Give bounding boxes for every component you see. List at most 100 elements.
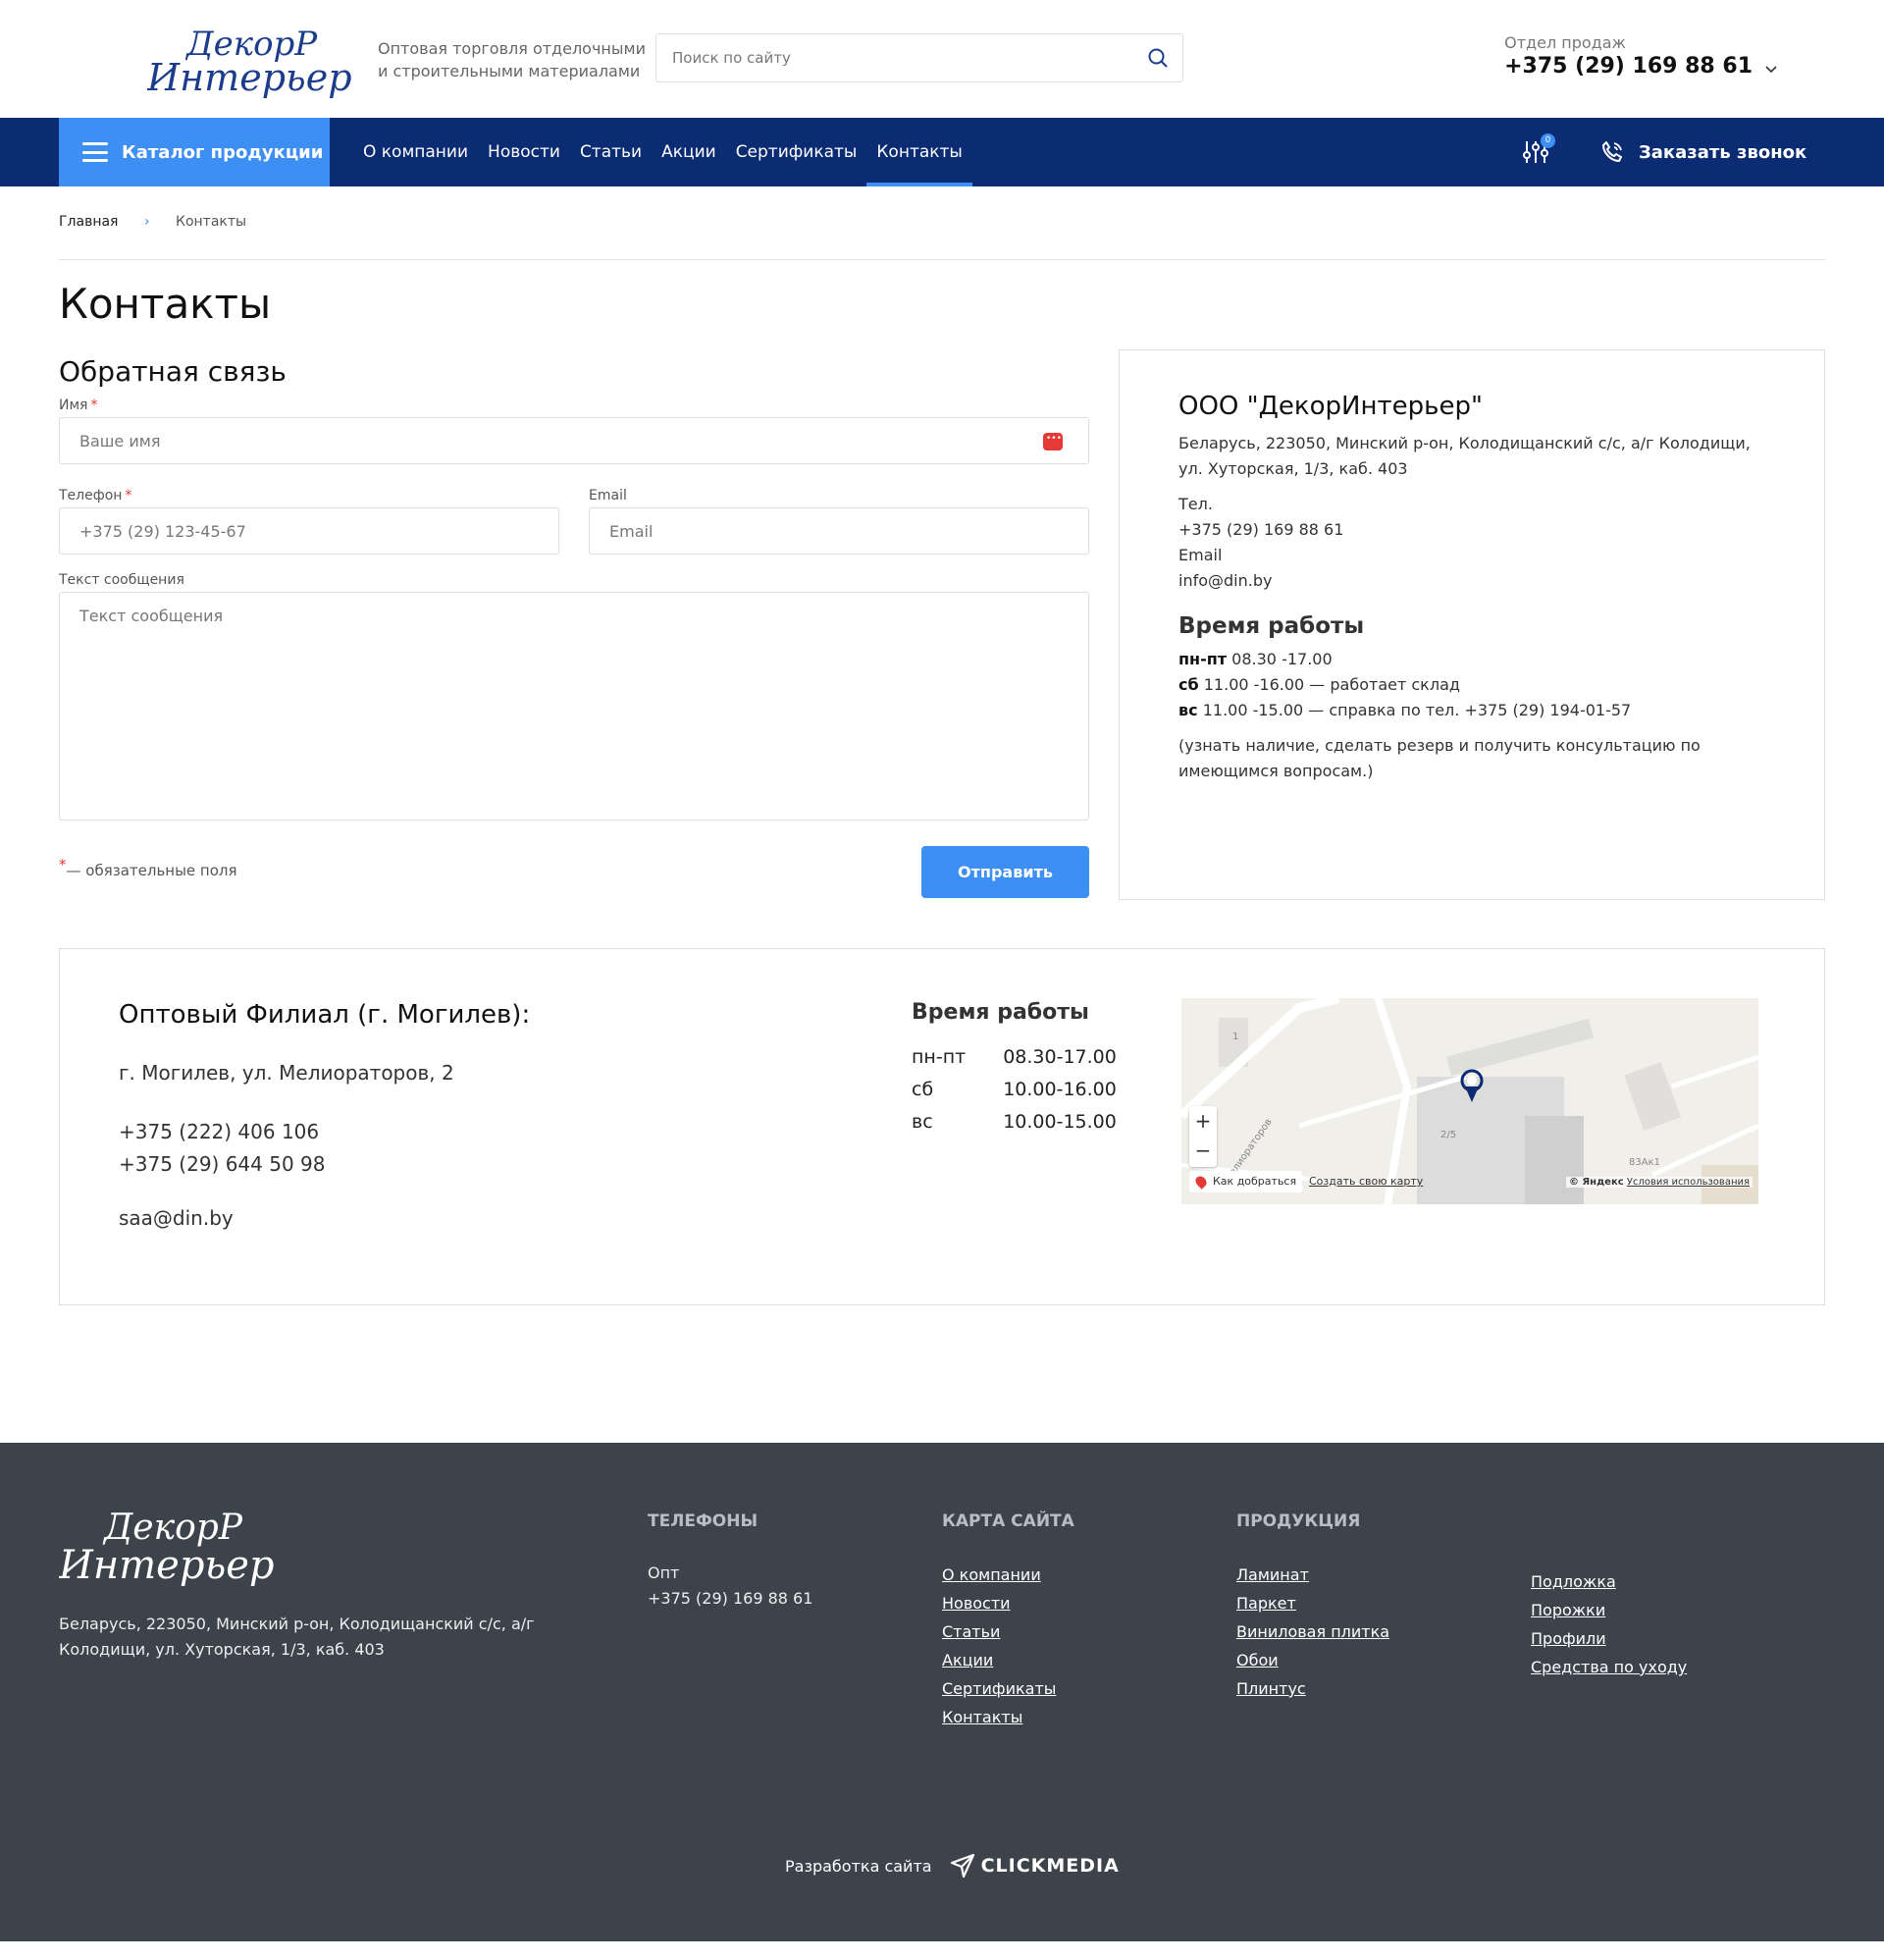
branch-hours: Время работы пн-пт 08.30-17.00 сб 10.00-16… [912, 1000, 1117, 1138]
hours-row: сб 10.00-16.00 [912, 1078, 1117, 1100]
callback-button[interactable]: Заказать звонок [1599, 118, 1806, 186]
schedule: пн-пт 08.30 -17.00 сб 11.00 -16.00 — раб… [1178, 647, 1765, 723]
nav-item-promotions[interactable]: Акции [652, 118, 726, 186]
sales-phone[interactable]: +375 (29) 169 88 61 [1504, 54, 1753, 79]
schedule-note: (узнать наличие, сделать резерв и получи… [1178, 736, 1701, 780]
footer-link[interactable]: Новости [942, 1589, 1074, 1617]
svg-text:ДекорР: ДекорР [102, 1508, 243, 1548]
footer-product-link[interactable]: Паркет [1236, 1589, 1389, 1617]
message-label: Текст сообщения [59, 572, 184, 588]
map-route-button[interactable]: Как добраться [1189, 1171, 1303, 1192]
menu-icon [82, 142, 108, 162]
chevron-down-icon[interactable] [1764, 63, 1778, 77]
email-label: Email [589, 488, 627, 503]
company-contacts: ООО "ДекорИнтерьер" Беларусь, 223050, Ми… [1119, 349, 1825, 900]
name-field[interactable] [60, 418, 1088, 463]
footer-address: Беларусь, 223050, Минский р-он, Колодища… [59, 1615, 535, 1659]
footer-product-link[interactable]: Порожки [1531, 1596, 1687, 1624]
site-header: ДекорР Интерьер Оптовая торговля отделоч… [0, 0, 1884, 118]
site-search [655, 33, 1183, 82]
sales-contact: Отдел продаж +375 (29) 169 88 61 [1504, 33, 1777, 79]
phone-field-wrap [59, 507, 559, 555]
header-tagline: Оптовая торговля отделочными и строитель… [378, 39, 646, 80]
footer-link[interactable]: Акции [942, 1646, 1074, 1674]
company-logo[interactable]: ДекорР Интерьер [147, 20, 353, 98]
schedule-row: вс 11.00 -15.00 — справка по тел. +375 (… [1178, 701, 1632, 719]
form-title: Обратная связь [59, 355, 287, 388]
map-label: 83Ак1 [1629, 1157, 1660, 1168]
nav-item-contacts[interactable]: Контакты [866, 118, 972, 186]
hours-row: пн-пт 08.30-17.00 [912, 1045, 1117, 1068]
developer-credit: Разработка сайта CLICKMEDIA [785, 1853, 1120, 1879]
footer-product-link[interactable]: Средства по уходу [1531, 1653, 1687, 1681]
site-footer: ДекорР Интерьер Беларусь, 223050, Мински… [0, 1443, 1884, 1941]
compare-count-badge: 0 [1541, 133, 1555, 148]
footer-products: ПРОДУКЦИЯ Ламинат Паркет Виниловая плитк… [1236, 1511, 1389, 1703]
name-field-wrap [59, 417, 1089, 464]
tel-label: Тел. [1178, 495, 1213, 513]
company-address: Беларусь, 223050, Минский р-он, Колодища… [1178, 434, 1751, 478]
svg-text:Интерьер: Интерьер [59, 1543, 275, 1586]
map-label: 2/5 [1440, 1130, 1457, 1140]
message-field[interactable] [60, 593, 1088, 820]
schedule-row: сб 11.00 -16.00 — работает склад [1178, 675, 1460, 694]
phone-label: Телефон * [59, 488, 132, 503]
submit-button[interactable]: Отправить [921, 846, 1089, 898]
nav-item-certificates[interactable]: Сертификаты [726, 118, 867, 186]
footer-logo[interactable]: ДекорР Интерьер [59, 1502, 275, 1586]
footer-product-link[interactable]: Обои [1236, 1646, 1389, 1674]
footer-link[interactable]: О компании [942, 1561, 1074, 1589]
autofill-icon[interactable] [1043, 433, 1063, 450]
nav-item-articles[interactable]: Статьи [570, 118, 652, 186]
phone-icon [1602, 141, 1622, 162]
company-name: ООО "ДекорИнтерьер" [1178, 392, 1483, 421]
footer-link[interactable]: Сертификаты [942, 1674, 1074, 1703]
footer-product-link[interactable]: Ламинат [1236, 1561, 1389, 1589]
footer-link[interactable]: Статьи [942, 1617, 1074, 1646]
main-nav: Каталог продукции О компании Новости Ста… [0, 118, 1884, 186]
breadcrumb-current: Контакты [176, 214, 247, 230]
breadcrumb-home[interactable]: Главная [59, 214, 118, 230]
footer-products-2: Подложка Порожки Профили Средства по ухо… [1531, 1538, 1687, 1681]
map-zoom-control: + − [1189, 1106, 1217, 1167]
footer-product-link[interactable]: Плинтус [1236, 1674, 1389, 1703]
email-field-wrap [589, 507, 1089, 555]
nav-item-news[interactable]: Новости [478, 118, 570, 186]
branch-map[interactable]: 1 2/5 83Ак1 Мелиораторов + − Как добрать… [1181, 998, 1758, 1204]
map-copyright: © Яндекс Условия использования [1566, 1177, 1753, 1188]
company-phone[interactable]: +375 (29) 169 88 61 [1178, 517, 1765, 543]
schedule-row: пн-пт 08.30 -17.00 [1178, 650, 1333, 668]
nav-item-about[interactable]: О компании [353, 118, 478, 186]
hours-row: вс 10.00-15.00 [912, 1110, 1117, 1133]
branch-phone[interactable]: +375 (29) 644 50 98 [119, 1148, 326, 1181]
svg-text:Интерьер: Интерьер [147, 56, 352, 98]
footer-sitemap: КАРТА САЙТА О компании Новости Статьи Ак… [942, 1511, 1074, 1731]
zoom-out-button[interactable]: − [1189, 1136, 1217, 1165]
required-note: *— обязательные поля [59, 856, 237, 879]
map-terms-link[interactable]: Условия использования [1627, 1177, 1750, 1188]
branch-hours-title: Время работы [912, 1000, 1089, 1025]
search-icon[interactable] [1147, 47, 1169, 69]
clickmedia-link[interactable]: CLICKMEDIA [950, 1853, 1120, 1879]
zoom-in-button[interactable]: + [1189, 1106, 1217, 1136]
hours-title: Время работы [1178, 613, 1365, 639]
company-email[interactable]: info@din.by [1178, 568, 1765, 594]
branch-phone[interactable]: +375 (222) 406 106 [119, 1116, 326, 1148]
search-input[interactable] [656, 34, 1118, 81]
footer-phone[interactable]: +375 (29) 169 88 61 [648, 1586, 812, 1612]
footer-link[interactable]: Контакты [942, 1703, 1074, 1731]
email-field[interactable] [590, 508, 1088, 554]
page-title: Контакты [59, 280, 272, 328]
nav-menu: О компании Новости Статьи Акции Сертифик… [353, 118, 972, 186]
branch-email[interactable]: saa@din.by [119, 1206, 234, 1230]
catalog-button[interactable]: Каталог продукции [59, 118, 330, 186]
map-create-link[interactable]: Создать свою карту [1309, 1175, 1423, 1188]
email-label-static: Email [1178, 546, 1223, 564]
branch-title: Оптовый Филиал (г. Могилев): [119, 1000, 531, 1030]
footer-product-link[interactable]: Профили [1531, 1624, 1687, 1653]
branch-address: г. Могилев, ул. Мелиораторов, 2 [119, 1061, 454, 1085]
footer-product-link[interactable]: Виниловая плитка [1236, 1617, 1389, 1646]
footer-product-link[interactable]: Подложка [1531, 1567, 1687, 1596]
phone-field[interactable] [60, 508, 558, 554]
branch-phones: +375 (222) 406 106 +375 (29) 644 50 98 [119, 1116, 326, 1181]
